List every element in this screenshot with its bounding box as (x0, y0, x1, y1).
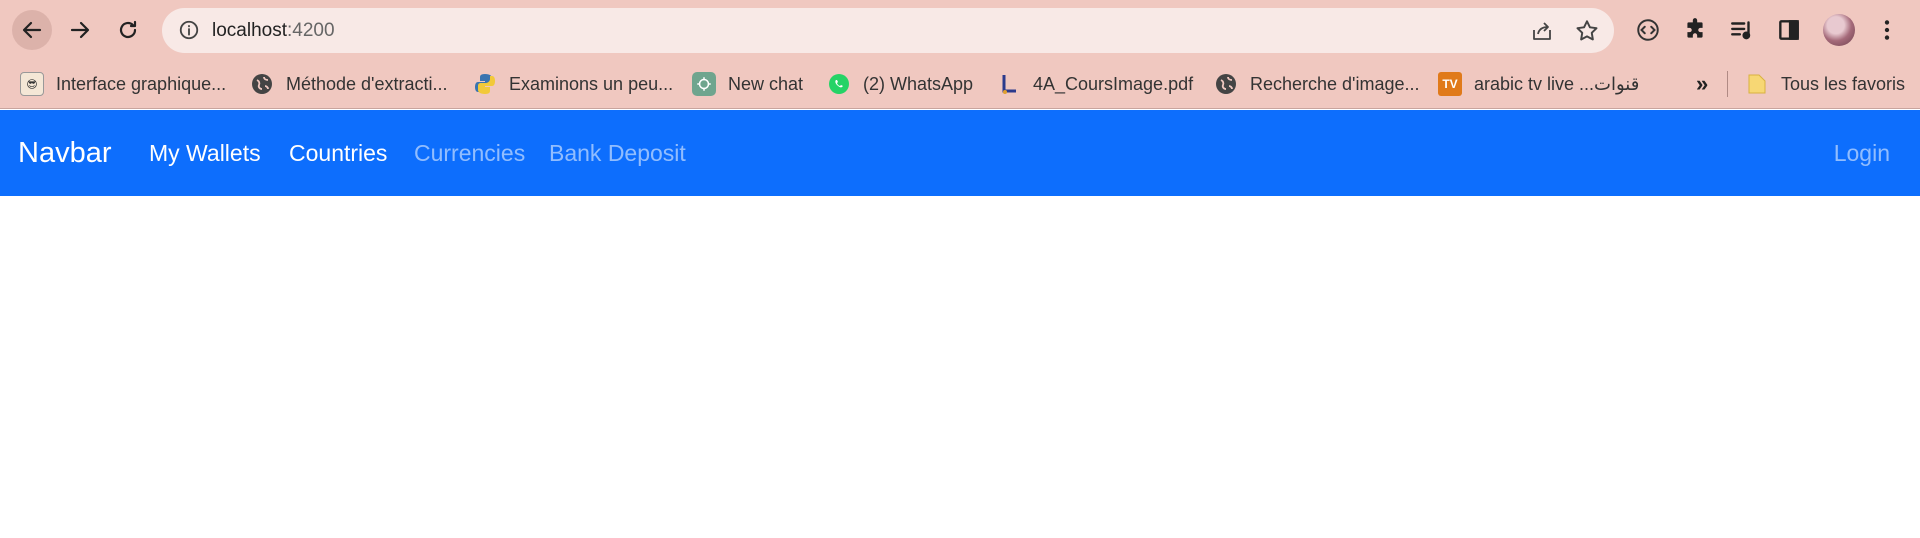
bookmark-item[interactable]: 😎 Interface graphique... (20, 59, 226, 109)
bookmark-item[interactable]: Examinons un peu... (473, 59, 673, 109)
url-text[interactable]: localhost:4200 (212, 8, 335, 53)
nav-link-bank-deposit[interactable]: Bank Deposit (549, 110, 686, 196)
chatgpt-icon (692, 72, 716, 96)
extension-code-icon[interactable] (1634, 16, 1662, 44)
reload-button[interactable] (108, 10, 148, 50)
globe-icon (1214, 72, 1238, 96)
all-bookmarks-folder[interactable]: Tous les favoris (1745, 59, 1905, 109)
media-queue-icon[interactable] (1728, 16, 1756, 44)
bookmarks-bar: 😎 Interface graphique... Méthode d'extra… (0, 59, 1920, 109)
globe-icon (250, 72, 274, 96)
bookmark-label: Recherche d'image... (1250, 73, 1420, 94)
bookmark-item[interactable]: TV arabic tv live ...قنوات (1438, 59, 1639, 109)
nav-link-my-wallets[interactable]: My Wallets (149, 110, 261, 196)
browser-toolbar: localhost:4200 (0, 0, 1920, 59)
avatar-favicon-icon: 😎 (20, 72, 44, 96)
all-bookmarks-label: Tous les favoris (1781, 73, 1906, 94)
side-panel-icon[interactable] (1775, 16, 1803, 44)
profile-avatar[interactable] (1823, 14, 1855, 46)
address-bar[interactable]: localhost:4200 (162, 8, 1614, 53)
more-bookmarks-chevron-icon[interactable]: » (1696, 59, 1708, 109)
bookmark-item[interactable]: Méthode d'extracti... (250, 59, 448, 109)
bookmark-label: arabic tv live ...قنوات (1474, 73, 1640, 94)
bookmark-label: (2) WhatsApp (863, 73, 974, 94)
bookmark-label: Méthode d'extracti... (286, 73, 448, 94)
folder-icon (1745, 72, 1769, 96)
reload-icon (119, 20, 137, 39)
navbar-brand[interactable]: Navbar (18, 110, 112, 196)
site-info-icon[interactable] (178, 19, 200, 41)
bookmark-item[interactable]: 4A_CoursImage.pdf (997, 59, 1193, 109)
share-icon[interactable] (1530, 19, 1554, 43)
pdf-icon (997, 72, 1021, 96)
app-navbar: Navbar My Wallets Countries Currencies B… (0, 110, 1920, 196)
whatsapp-icon (827, 72, 851, 96)
bookmark-label: Interface graphique... (56, 73, 227, 94)
bookmark-item[interactable]: Recherche d'image... (1214, 59, 1420, 109)
browser-menu-icon[interactable] (1873, 16, 1901, 44)
nav-link-countries[interactable]: Countries (289, 110, 387, 196)
python-icon (473, 72, 497, 96)
bookmark-label: Examinons un peu... (509, 73, 674, 94)
bookmark-star-icon[interactable] (1574, 18, 1600, 44)
extensions-puzzle-icon[interactable] (1681, 16, 1709, 44)
url-host: localhost (212, 20, 287, 41)
forward-arrow-icon (70, 21, 90, 39)
bookmarks-divider (1727, 71, 1728, 97)
page-content (0, 196, 1920, 538)
bookmark-item[interactable]: New chat (692, 59, 803, 109)
tv-icon: TV (1438, 72, 1462, 96)
bookmark-item[interactable]: (2) WhatsApp (827, 59, 973, 109)
back-button[interactable] (12, 10, 52, 50)
nav-link-currencies[interactable]: Currencies (414, 110, 525, 196)
forward-button[interactable] (60, 10, 100, 50)
bookmark-label: New chat (728, 73, 804, 94)
back-arrow-icon (22, 21, 42, 39)
bookmark-label: 4A_CoursImage.pdf (1033, 73, 1194, 94)
url-port: :4200 (287, 20, 335, 41)
login-link[interactable]: Login (1834, 110, 1890, 196)
